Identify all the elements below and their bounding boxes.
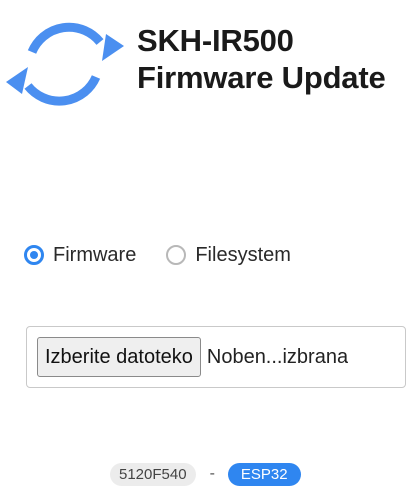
header: SKH-IR500 Firmware Update [0, 0, 413, 120]
file-input[interactable]: Izberite datoteko Noben...izbrana [26, 326, 406, 388]
update-type-radio-group: Firmware Filesystem [24, 240, 291, 270]
radio-filesystem[interactable]: Filesystem [166, 244, 291, 267]
chip-badge: ESP32 [227, 462, 301, 486]
choose-file-button[interactable]: Izberite datoteko [37, 337, 201, 377]
file-status-text: Noben...izbrana [206, 345, 349, 368]
radio-unchecked-icon[interactable] [166, 245, 187, 265]
radio-label-firmware: Firmware [53, 243, 137, 266]
device-name: SKH-IR500 [137, 23, 294, 58]
footer: 5120F540 - ESP32 [110, 462, 301, 486]
radio-label-filesystem: Filesystem [195, 243, 291, 266]
footer-separator: - [209, 465, 215, 482]
version-badge: 5120F540 [110, 462, 196, 486]
sync-arrows-icon [6, 22, 124, 106]
page-subtitle: Firmware Update [137, 60, 386, 95]
page-title: SKH-IR500 Firmware Update [137, 22, 386, 96]
radio-firmware[interactable]: Firmware [24, 244, 136, 267]
radio-checked-icon[interactable] [24, 245, 44, 265]
